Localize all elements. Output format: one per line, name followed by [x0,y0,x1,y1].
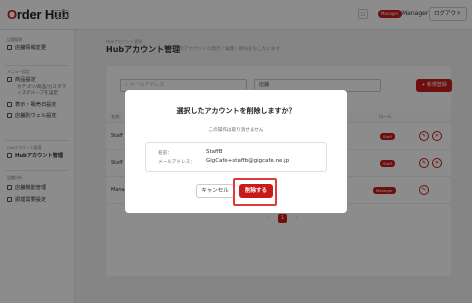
name-value: StaffB [206,149,223,155]
cancel-button[interactable]: キャンセル [196,184,234,198]
dialog-note: この操作は取り消せません [208,128,264,133]
delete-confirm-dialog: 選択したアカウントを削除しますか？ この操作は取り消せません 名前： Staff… [125,90,347,213]
email-label: メールアドレス： [158,160,195,165]
dialog-title: 選択したアカウントを削除しますか？ [176,107,296,115]
delete-button[interactable]: 削除する [239,184,273,198]
account-summary-box: 名前： StaffB メールアドレス： GigCafe+staffb@gigca… [145,142,327,172]
email-value: GigCafe+staffb@gigcafe.ne.jp [206,158,290,164]
name-label: 名前： [158,151,172,156]
